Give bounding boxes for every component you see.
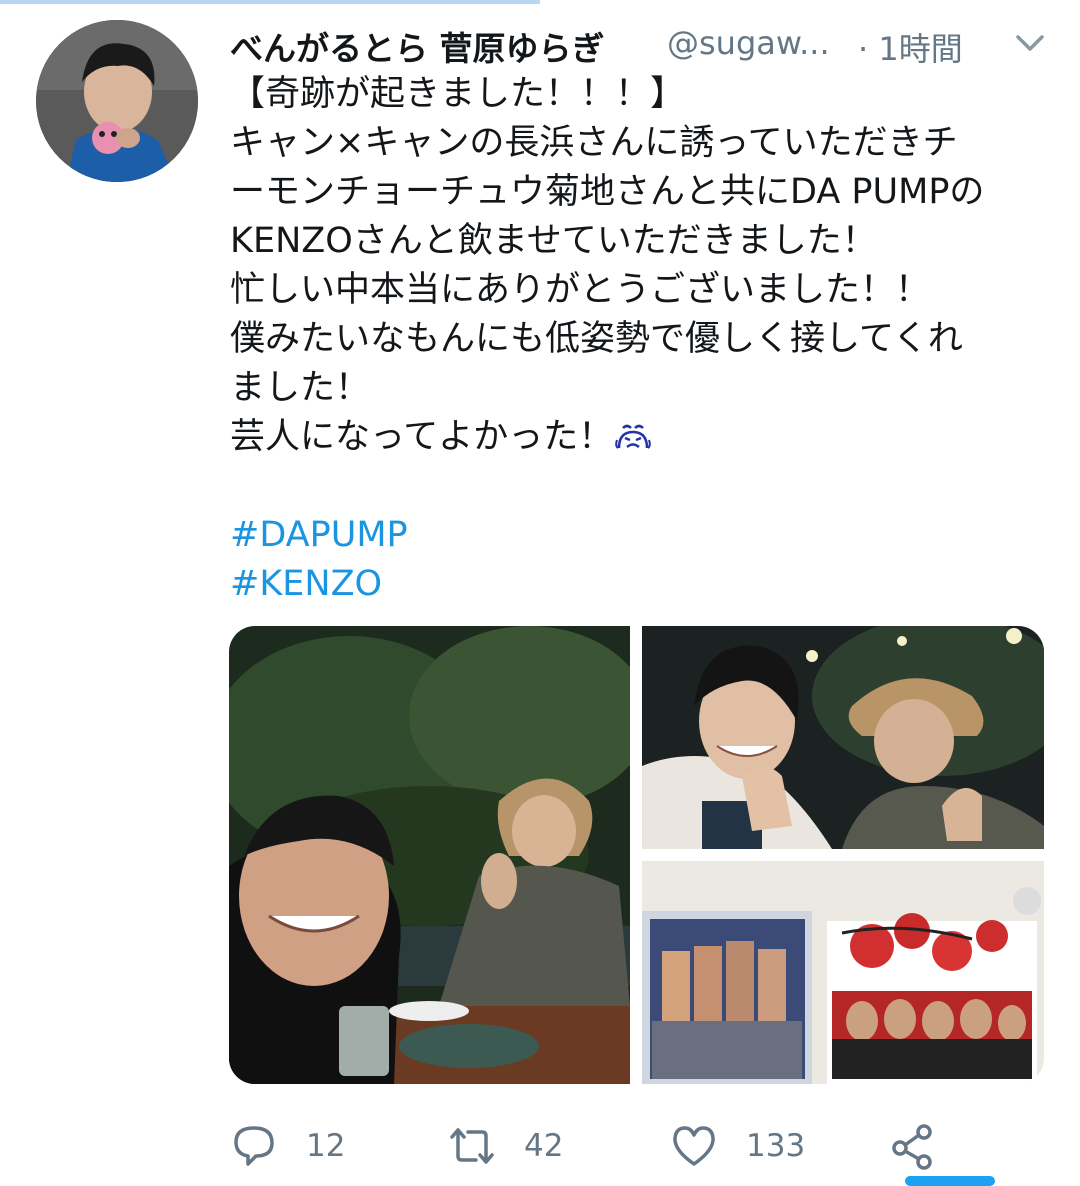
share-icon: [892, 1124, 932, 1170]
tweet-line: 忙しい中本当にありがとうございました！！: [230, 270, 931, 310]
retweet-count: 42: [524, 1128, 564, 1164]
avatar-photo: [36, 20, 198, 182]
hashtag-line: #KENZO: [230, 560, 1050, 609]
reply-button[interactable]: 12: [230, 1118, 345, 1174]
hashtag-line: #DAPUMP: [230, 511, 1050, 560]
hashtag-link[interactable]: #KENZO: [230, 564, 382, 604]
retweet-icon: [450, 1128, 494, 1164]
avatar[interactable]: [36, 20, 198, 182]
share-button[interactable]: [888, 1118, 936, 1174]
tweet-header: べんがるとら 菅原ゆらぎ @sugaw... · 1時間: [230, 14, 1060, 70]
tweet-actions: 12 42 133: [230, 1118, 1050, 1178]
like-button[interactable]: 133: [670, 1118, 805, 1174]
author-name[interactable]: べんがるとら 菅原ゆらぎ: [230, 22, 605, 70]
tweet-timestamp[interactable]: · 1時間: [858, 24, 963, 70]
tweet-line-last: 芸人になってよかった！: [230, 413, 1050, 462]
photo-2[interactable]: [642, 626, 1044, 849]
author-handle[interactable]: @sugaw...: [667, 24, 830, 62]
photo-image: [229, 626, 630, 1084]
tweet-body: 【奇跡が起きました！！！】 キャン×キャンの長浜さんに誘っていただきチ ーモンチ…: [230, 70, 1050, 609]
media-grid: [229, 626, 1044, 1084]
retweet-button[interactable]: 42: [448, 1118, 563, 1174]
crying-face-icon: [615, 424, 652, 449]
tweet-line: 芸人になってよかった！: [230, 417, 614, 457]
tweet-line: 【奇跡が起きました！！！】: [230, 74, 686, 114]
tweet-line: 僕みたいなもんにも低姿勢で優しく接してくれ: [230, 319, 963, 359]
reply-count: 12: [306, 1128, 346, 1164]
tweet-line: ーモンチョーチュウ菊地さんと共にDA PUMPの: [230, 172, 985, 212]
tweet-line: KENZOさんと飲ませていただきました！: [230, 221, 877, 261]
photo-1[interactable]: [229, 626, 630, 1084]
chevron-down-icon[interactable]: [1012, 28, 1048, 58]
photo-image: [642, 861, 1044, 1084]
reply-icon: [234, 1126, 274, 1166]
loading-progress-bar: [0, 0, 540, 4]
like-count: 133: [746, 1128, 806, 1164]
scroll-indicator: [905, 1176, 995, 1186]
tweet-line: キャン×キャンの長浜さんに誘っていただきチ: [230, 123, 958, 163]
photo-3[interactable]: [642, 861, 1044, 1084]
heart-icon: [673, 1126, 715, 1166]
hashtag-link[interactable]: #DAPUMP: [230, 515, 408, 555]
tweet-line: ました！: [230, 368, 371, 408]
photo-image: [642, 626, 1044, 849]
